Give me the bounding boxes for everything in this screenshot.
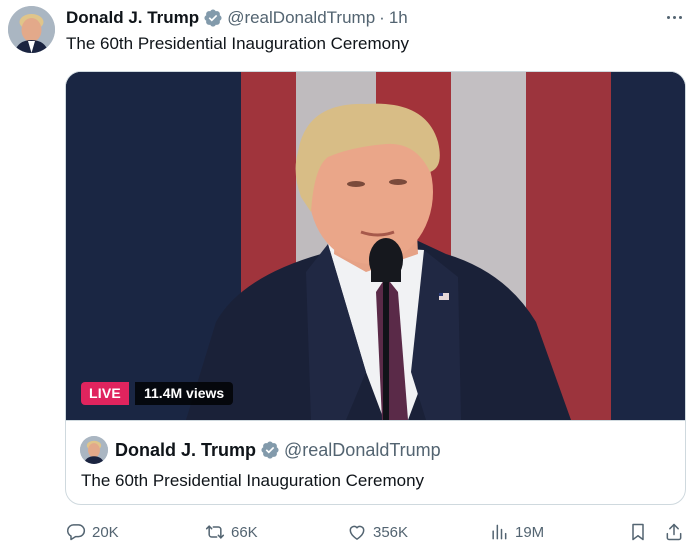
live-badge: LIVE (81, 382, 129, 405)
separator: · (379, 8, 385, 27)
media-card[interactable]: LIVE 11.4M views Donald J. Trump @realDo… (65, 71, 686, 505)
verified-icon (204, 9, 222, 27)
quoted-tweet[interactable]: Donald J. Trump @realDonaldTrump The 60t… (66, 420, 685, 504)
action-bar: 20K 66K 356K 19M (0, 518, 700, 546)
video-frame (66, 72, 685, 420)
quote-author-handle: @realDonaldTrump (284, 439, 441, 460)
views-count: 19M (515, 523, 545, 541)
quote-header: Donald J. Trump @realDonaldTrump (115, 439, 441, 461)
bookmark-button[interactable] (628, 518, 654, 546)
like-button[interactable]: 356K (347, 518, 408, 546)
live-video[interactable]: LIVE 11.4M views (66, 72, 685, 420)
reply-count: 20K (92, 523, 119, 541)
tweet-text: The 60th Presidential Inauguration Cerem… (66, 34, 410, 53)
share-icon (666, 523, 682, 541)
verified-icon (261, 441, 279, 459)
views-button[interactable]: 19M (489, 518, 544, 546)
tweet-header: Donald J. Trump @realDonaldTrump · 1h (66, 7, 408, 29)
views-icon (492, 524, 507, 540)
author-name[interactable]: Donald J. Trump (66, 8, 199, 28)
repost-button[interactable]: 66K (205, 518, 258, 546)
timestamp[interactable]: 1h (389, 8, 408, 28)
quote-avatar (80, 436, 108, 464)
repost-icon (205, 525, 225, 539)
bookmark-icon (632, 523, 644, 541)
more-icon[interactable] (662, 9, 686, 25)
reply-button[interactable]: 20K (66, 518, 119, 546)
like-icon (349, 525, 365, 540)
author-handle[interactable]: @realDonaldTrump (227, 8, 375, 28)
quote-author-name: Donald J. Trump (115, 439, 257, 460)
share-button[interactable] (664, 518, 690, 546)
like-count: 356K (373, 523, 409, 541)
views-badge: 11.4M views (135, 382, 234, 405)
quote-text: The 60th Presidential Inauguration Cerem… (81, 471, 425, 490)
reply-icon (66, 524, 86, 541)
tweet[interactable]: Donald J. Trump @realDonaldTrump · 1h Th… (0, 0, 700, 553)
repost-count: 66K (231, 523, 258, 541)
avatar[interactable] (8, 6, 55, 53)
